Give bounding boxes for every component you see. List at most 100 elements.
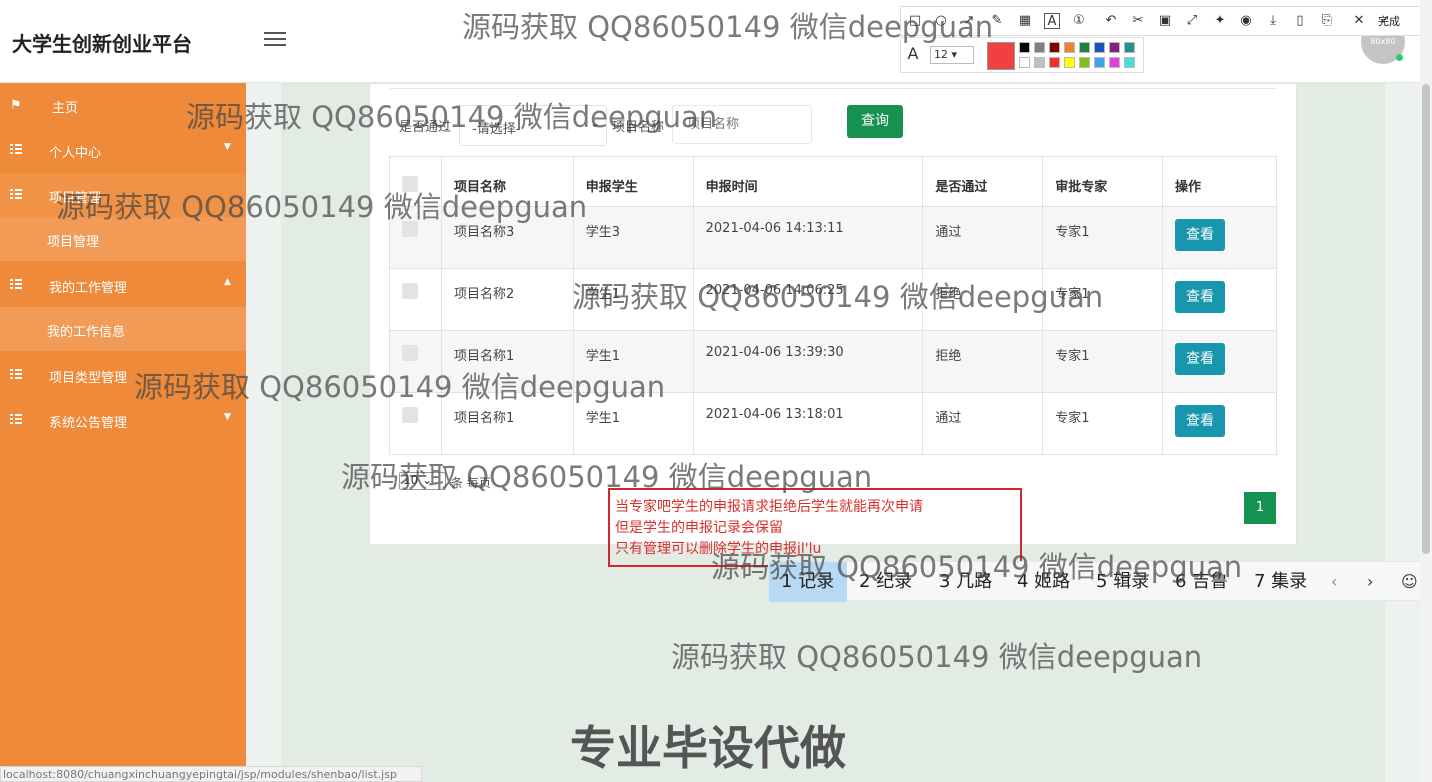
sidebar-item-label: 主页 [52,101,79,116]
cell-student: 学生3 [572,206,694,269]
table-row: 项目名称3 学生3 2021-04-06 14:13:11 通过 专家1 查看 [389,206,1277,269]
expand-icon[interactable]: ⤢ [1184,13,1200,29]
grid-icon [10,278,22,293]
emoji-icon[interactable]: ☺ [1401,572,1418,591]
color-swatch[interactable] [1034,57,1045,68]
ime-candidate[interactable]: 6 吉鲁 [1175,562,1228,602]
chevron-left-icon[interactable]: ‹ [1331,572,1337,591]
color-swatch[interactable] [1094,57,1105,68]
cell-student: 学生1 [572,268,694,331]
undo-icon[interactable]: ↶ [1103,13,1119,29]
font-size-select[interactable]: 12 ▾ [930,46,974,64]
passed-filter-select[interactable]: -请选择- ⌄ [459,105,607,146]
cell-student: 学生1 [572,392,694,455]
ime-candidate[interactable]: 5 辑录 [1096,562,1149,602]
passed-filter-label: 是否通过 [399,120,452,135]
row-checkbox[interactable] [402,345,418,361]
ocr-icon[interactable]: ▣ [1157,13,1173,29]
sidebar-subitem-my-work-info[interactable]: 我的工作信息 [0,307,246,351]
rectangle-icon[interactable]: □ [907,13,923,29]
close-icon[interactable]: ✕ [1351,13,1367,29]
arrow-icon[interactable]: ↗ [961,13,977,29]
caret-up-icon: ▲ [224,277,231,287]
color-swatch[interactable] [1019,42,1030,53]
view-button[interactable]: 查看 [1175,219,1226,251]
annotation-text[interactable]: 当专家吧学生的申报请求拒绝后学生就能再次申请 但是学生的申报记录会保留 只有管理… [615,497,923,560]
search-button[interactable]: 查询 [847,105,903,138]
view-button[interactable]: 查看 [1175,281,1226,313]
done-button[interactable]: 完成 [1378,13,1400,29]
pen-icon[interactable]: ✎ [989,13,1005,29]
cell-student: 学生1 [572,330,694,393]
online-status-dot [1396,54,1403,61]
mosaic-icon[interactable]: ▦ [1017,13,1033,29]
row-checkbox[interactable] [402,221,418,237]
download-icon[interactable]: ⤓ [1265,13,1281,29]
sidebar-subitem-project-management[interactable]: 项目管理 [0,217,246,261]
page-size-select[interactable]: 10 ⌄ [399,472,446,490]
color-swatch[interactable] [1109,57,1120,68]
sidebar-item-project-management[interactable]: 项目管理 [0,173,246,217]
select-all-checkbox[interactable] [402,176,418,192]
text-tool-icon[interactable]: A [1044,13,1060,29]
sidebar-item-personal-center[interactable]: 个人中心 ▼ [0,128,246,172]
color-swatch[interactable] [1064,42,1075,53]
color-swatch[interactable] [1019,57,1030,68]
chevron-right-icon[interactable]: › [1367,572,1373,591]
column-header: 申报时间 [692,156,924,207]
cell-passed: 拒绝 [922,330,1044,393]
current-color-swatch[interactable] [987,42,1015,70]
cell-expert: 专家1 [1042,268,1164,331]
cell-passed: 通过 [922,392,1044,455]
cell-expert: 专家1 [1042,392,1164,455]
color-swatch[interactable] [1094,42,1105,53]
scrollbar-thumb[interactable] [1422,84,1430,554]
table-row: 项目名称2 学生1 2021-04-06 14:06:25 拒绝 专家1 查看 [389,268,1277,331]
color-swatch[interactable] [1049,42,1060,53]
ime-candidate[interactable]: 2 纪录 [859,562,912,602]
grid-icon [10,143,22,158]
sidebar-item-home[interactable]: ⚑ 主页 [0,83,246,127]
cell-passed: 通过 [922,206,1044,269]
sidebar-item-my-work[interactable]: 我的工作管理 ▲ [0,263,246,307]
sidebar-item-announcements[interactable]: 系统公告管理 ▼ [0,398,246,442]
view-button[interactable]: 查看 [1175,343,1226,375]
color-swatch[interactable] [1079,57,1090,68]
project-name-input[interactable] [672,105,812,144]
column-header: 申报学生 [572,156,694,207]
page-button-current[interactable]: 1 [1244,492,1276,524]
row-checkbox[interactable] [402,283,418,299]
ime-candidate[interactable]: 3 几路 [939,562,992,602]
view-button[interactable]: 查看 [1175,405,1226,437]
grid-icon [10,368,22,383]
record-icon[interactable]: ◉ [1238,13,1254,29]
bookmark-icon[interactable]: ⎘ [1319,13,1335,29]
color-swatch[interactable] [1079,42,1090,53]
cell-passed: 拒绝 [922,268,1044,331]
sidebar: ⚑ 主页 个人中心 ▼ 项目管理 项目管理 我的工作管理 ▲ 我的工作信息 项目… [0,83,246,782]
color-swatch[interactable] [1034,42,1045,53]
pin-icon[interactable]: ✂ [1130,13,1146,29]
ellipse-icon[interactable]: ○ [933,13,949,29]
chevron-down-icon: ⌄ [589,116,600,130]
ime-candidate-bar: 1 记录 2 纪录 3 几路 4 姬路 5 辑录 6 吉鲁 7 集录 ‹ › ☺ [768,561,1432,602]
table-header-row: 项目名称 申报学生 申报时间 是否通过 审批专家 操作 [389,156,1277,207]
ime-candidate[interactable]: 1 记录 [769,562,847,602]
phone-icon[interactable]: ▯ [1292,13,1308,29]
cell-name: 项目名称1 [440,330,574,393]
color-swatch[interactable] [1049,57,1060,68]
row-checkbox[interactable] [402,407,418,423]
font-icon: A [907,44,919,63]
sidebar-item-label: 项目类型管理 [49,371,128,386]
color-swatch[interactable] [1124,57,1135,68]
color-swatch[interactable] [1124,42,1135,53]
color-swatch[interactable] [1109,42,1120,53]
caret-down-icon: ▼ [224,142,231,152]
serial-number-icon[interactable]: ① [1071,13,1087,29]
sidebar-item-project-types[interactable]: 项目类型管理 [0,353,246,397]
sticky-icon[interactable]: ✦ [1212,13,1228,29]
menu-toggle-icon[interactable] [264,32,286,50]
color-swatch[interactable] [1064,57,1075,68]
ime-candidate[interactable]: 7 集录 [1254,562,1307,602]
ime-candidate[interactable]: 4 姬路 [1017,562,1070,602]
